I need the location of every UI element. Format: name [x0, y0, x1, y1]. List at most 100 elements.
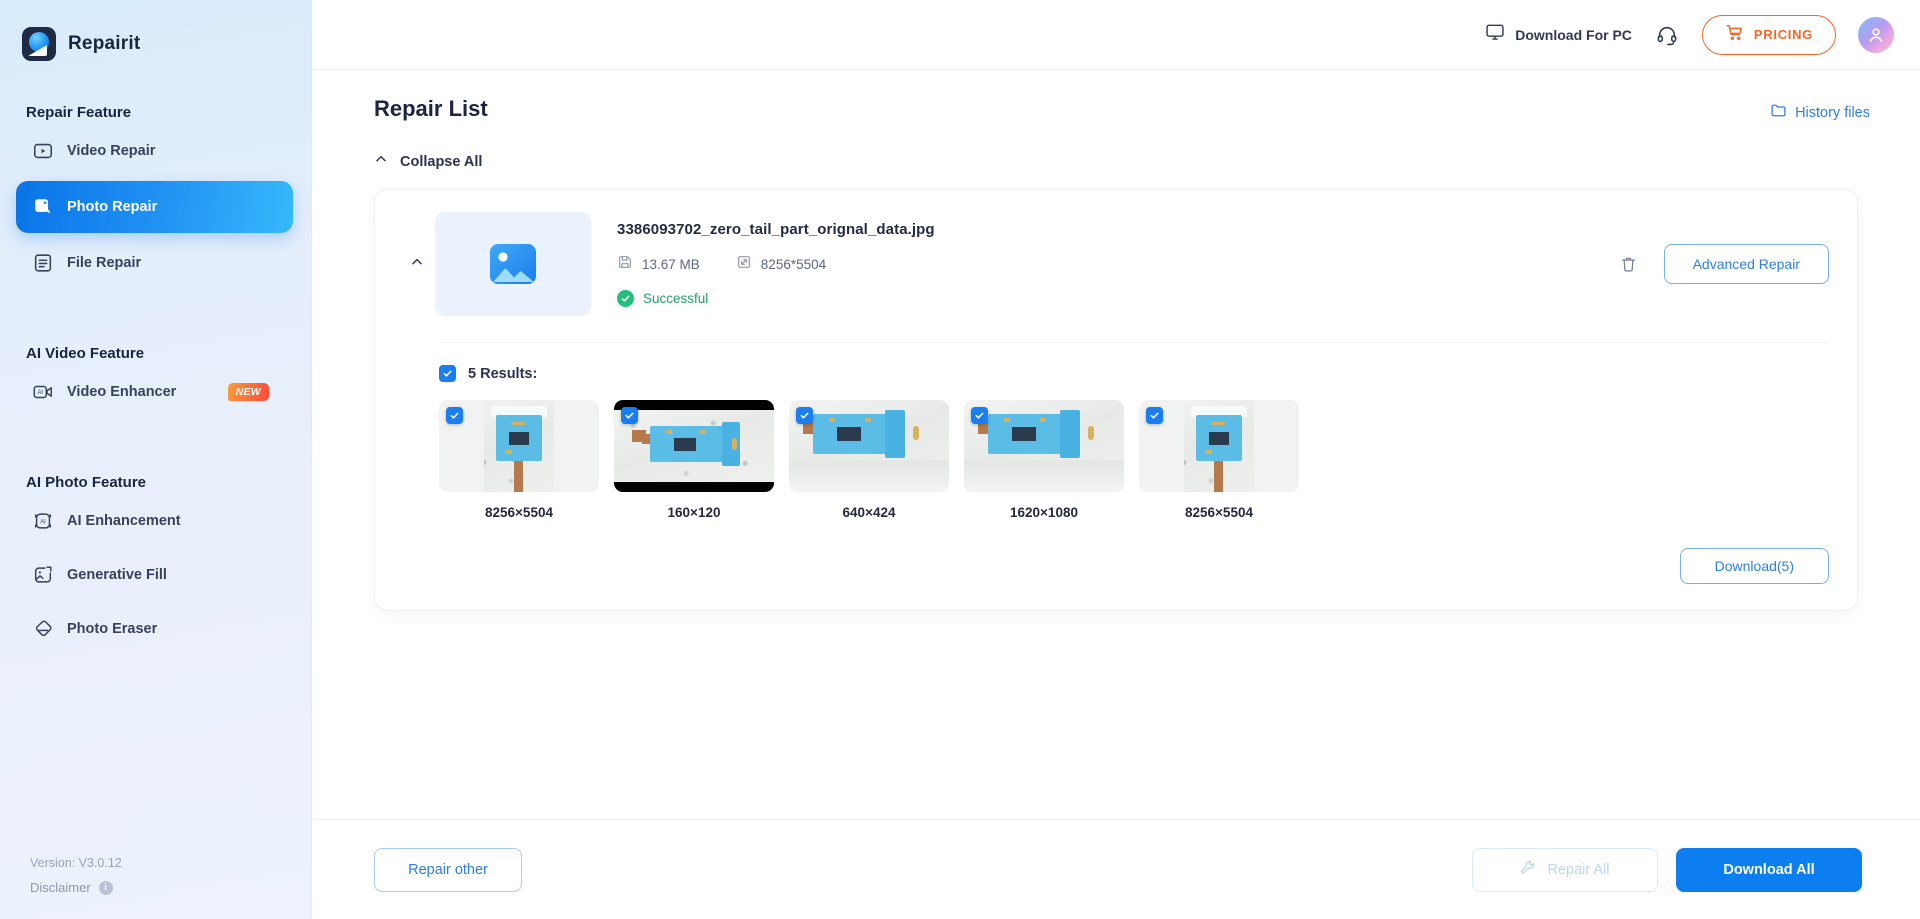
select-all-results-checkbox[interactable] — [439, 365, 456, 382]
file-size-group: 13.67 MB — [617, 254, 700, 275]
disclaimer-link[interactable]: Disclaimer i — [30, 880, 122, 895]
collapse-all-button[interactable]: Collapse All — [374, 152, 482, 171]
result-checkbox[interactable] — [796, 407, 813, 424]
history-files-label: History files — [1795, 105, 1870, 121]
card-collapse-toggle[interactable] — [399, 255, 435, 274]
result-thumbnail[interactable] — [789, 400, 949, 492]
sidebar-section-title-ai-video-feature: AI Video Feature — [26, 345, 145, 362]
download-for-pc-button[interactable]: Download For PC — [1485, 22, 1632, 47]
ai-enhancement-icon: AI — [32, 510, 54, 532]
app-root: Repairit Repair Feature Video Repair Pho… — [0, 0, 1920, 919]
folder-icon — [1770, 102, 1787, 124]
version-label: Version: V3.0.12 — [30, 856, 122, 870]
result-checkbox[interactable] — [971, 407, 988, 424]
file-resolution-value: 8256*5504 — [760, 257, 827, 272]
page-title: Repair List — [374, 96, 488, 121]
file-thumbnail — [435, 212, 591, 316]
sidebar-item-label: Generative Fill — [67, 567, 167, 583]
pricing-label: PRICING — [1753, 27, 1813, 42]
collapse-all-label: Collapse All — [400, 153, 483, 170]
results-grid: 8256×5504 160×120 640×424 1620×1080 8256… — [439, 400, 1833, 520]
chevron-up-icon — [410, 255, 424, 274]
sidebar-section-title-ai-photo-feature: AI Photo Feature — [26, 474, 147, 491]
result-thumbnail[interactable] — [614, 400, 774, 492]
result-image — [614, 400, 774, 492]
result-image — [1139, 400, 1299, 492]
avatar[interactable] — [1858, 16, 1894, 53]
result-item: 1620×1080 — [964, 400, 1139, 520]
wrench-icon — [1520, 859, 1537, 880]
pricing-button[interactable]: PRICING — [1701, 14, 1836, 55]
repairit-logo-icon — [22, 27, 56, 61]
sidebar-item-generative-fill[interactable]: Generative Fill — [16, 551, 293, 599]
result-item: 8256×5504 — [1139, 400, 1314, 520]
result-item: 640×424 — [789, 400, 964, 520]
check-circle-icon — [617, 290, 634, 307]
svg-text:AI: AI — [37, 390, 43, 396]
main-area: Download For PC PRICING Repair List Hist… — [312, 0, 1920, 919]
result-thumbnail[interactable] — [1139, 400, 1299, 492]
result-thumbnail[interactable] — [964, 400, 1124, 492]
result-checkbox[interactable] — [446, 407, 463, 424]
result-checkbox[interactable] — [1146, 407, 1163, 424]
image-placeholder-icon — [486, 237, 540, 291]
result-caption: 8256×5504 — [485, 505, 553, 520]
sidebar-item-video-repair[interactable]: Video Repair — [16, 127, 293, 175]
result-caption: 1620×1080 — [1010, 505, 1078, 520]
result-caption: 160×120 — [667, 505, 721, 520]
status-badge-new: NEW — [227, 383, 269, 401]
top-bar: Download For PC PRICING — [312, 0, 1920, 70]
footer-actions: Repair All Download All — [1472, 847, 1862, 892]
sidebar-item-label: AI Enhancement — [67, 513, 181, 529]
file-meta-line: 13.67 MB 8256*5504 — [617, 254, 1619, 275]
result-checkbox[interactable] — [621, 407, 638, 424]
result-image — [964, 400, 1124, 492]
repair-all-button: Repair All — [1472, 847, 1658, 892]
result-image — [789, 400, 949, 492]
sidebar-item-label: Photo Eraser — [67, 621, 158, 637]
footer-bar: Repair other Repair All Download All — [312, 819, 1920, 919]
result-item: 8256×5504 — [439, 400, 614, 520]
generative-fill-icon — [32, 564, 54, 586]
repair-all-label: Repair All — [1547, 861, 1610, 878]
sidebar-item-label: Video Enhancer — [67, 384, 177, 400]
sidebar-item-video-enhancer[interactable]: AI Video Enhancer NEW — [16, 368, 293, 416]
trash-icon[interactable] — [1619, 255, 1638, 274]
advanced-repair-button[interactable]: Advanced Repair — [1663, 244, 1829, 284]
file-meta: 3386093702_zero_tail_part_orignal_data.j… — [591, 221, 1619, 307]
file-status-label: Successful — [643, 291, 709, 306]
download-for-pc-label: Download For PC — [1515, 26, 1632, 43]
sidebar-item-photo-eraser[interactable]: Photo Eraser — [16, 605, 293, 653]
headset-icon[interactable] — [1654, 22, 1680, 48]
video-repair-icon — [32, 140, 54, 162]
brand-name: Repairit — [68, 33, 141, 54]
result-thumbnail[interactable] — [439, 400, 599, 492]
sidebar-item-label: Video Repair — [67, 143, 156, 159]
floppy-save-icon — [617, 254, 633, 275]
sidebar-item-photo-repair[interactable]: Photo Repair — [16, 181, 293, 233]
sidebar-item-label: File Repair — [67, 255, 142, 271]
photo-eraser-icon — [32, 618, 54, 640]
repair-item-card: 3386093702_zero_tail_part_orignal_data.j… — [374, 189, 1858, 611]
video-enhancer-icon: AI — [32, 381, 54, 403]
svg-text:AI: AI — [40, 519, 46, 525]
repair-other-button[interactable]: Repair other — [374, 847, 522, 892]
resize-icon — [736, 254, 752, 275]
file-size-value: 13.67 MB — [642, 257, 700, 272]
file-status: Successful — [617, 290, 1619, 307]
download-selected-button[interactable]: Download(5) — [1679, 548, 1829, 584]
info-icon[interactable]: i — [98, 880, 113, 895]
file-name: 3386093702_zero_tail_part_orignal_data.j… — [617, 221, 935, 238]
sidebar-item-ai-enhancement[interactable]: AI AI Enhancement — [16, 497, 293, 545]
sidebar-section-title-repair-feature: Repair Feature — [26, 104, 132, 121]
result-caption: 8256×5504 — [1185, 505, 1253, 520]
disclaimer-label: Disclaimer — [30, 880, 91, 895]
download-all-button[interactable]: Download All — [1676, 847, 1862, 892]
result-image — [439, 400, 599, 492]
file-row: 3386093702_zero_tail_part_orignal_data.j… — [399, 212, 1833, 316]
sidebar-item-file-repair[interactable]: File Repair — [16, 239, 293, 287]
sidebar-footer: Version: V3.0.12 Disclaimer i — [30, 856, 122, 895]
file-repair-icon — [32, 252, 54, 274]
history-files-button[interactable]: History files — [1770, 102, 1870, 124]
chevron-up-icon — [374, 152, 388, 171]
